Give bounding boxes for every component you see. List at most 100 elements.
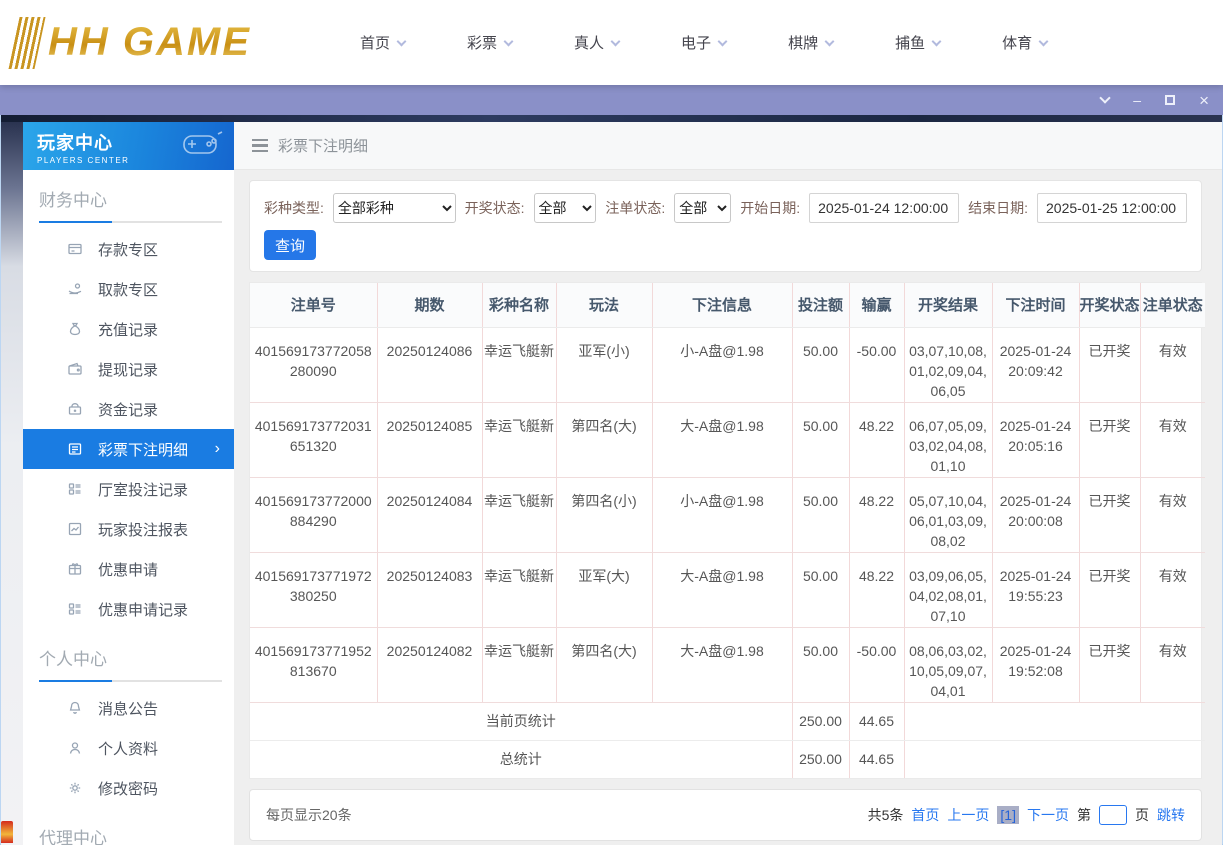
gear-icon xyxy=(69,782,81,794)
withdraw-record-wallet-icon xyxy=(68,362,82,375)
sidebar-section-finance: 财务中心 xyxy=(39,191,107,210)
cell-bet-time: 2025-01-24 20:00:08 xyxy=(992,477,1080,553)
cell-play: 第四名(小) xyxy=(556,477,653,553)
bet-status-select[interactable]: 全部 xyxy=(674,193,732,223)
cell-win-loss: 48.22 xyxy=(849,552,905,628)
cell-bet-time: 2025-01-24 19:55:23 xyxy=(992,552,1080,628)
column-header-win-loss: 输赢 xyxy=(849,283,905,328)
sidebar-item-profile[interactable]: 个人资料 xyxy=(23,728,234,768)
summary-winloss-total: 44.65 xyxy=(849,740,905,778)
cell-bet-status: 有效 xyxy=(1140,477,1205,553)
cell-draw-result: 03,09,06,05,04,02,08,01,07,10 xyxy=(904,552,993,628)
deposit-card-icon xyxy=(68,243,82,255)
bet-detail-table: 注单号 期数 彩种名称 玩法 下注信息 投注额 输赢 开奖结果 下注时间 开奖状态 注单状态 401… xyxy=(250,283,1205,778)
chevron-right-icon: › xyxy=(214,440,220,457)
prev-page-link[interactable]: 上一页 xyxy=(947,805,989,825)
sidebar-item-change-password[interactable]: 修改密码 xyxy=(23,768,234,808)
sidebar-item-hall-bet-record[interactable]: 厅室投注记录 xyxy=(23,469,234,509)
cell-lottery-name: 幸运飞艇新 xyxy=(482,477,557,553)
nav-item-fishing[interactable]: 捕鱼 xyxy=(895,32,942,53)
nav-item-lottery[interactable]: 彩票 xyxy=(467,32,514,53)
jump-action-link[interactable]: 跳转 xyxy=(1157,805,1185,825)
sidebar-item-lottery-bet-detail[interactable]: 彩票下注明细 › xyxy=(23,429,234,469)
cell-bet-info: 大-A盘@1.98 xyxy=(652,402,793,478)
nav-item-boardgames[interactable]: 棋牌 xyxy=(788,32,835,53)
jump-page-input[interactable] xyxy=(1099,805,1127,825)
page-title: 彩票下注明细 xyxy=(278,138,369,155)
summary-bet-total: 250.00 xyxy=(792,740,850,778)
nav-item-live[interactable]: 真人 xyxy=(574,32,621,53)
first-page-link[interactable]: 首页 xyxy=(911,805,939,825)
gamepad-icon xyxy=(183,131,223,154)
window-minimize-icon[interactable]: – xyxy=(1133,93,1141,107)
cell-play: 第四名(大) xyxy=(556,627,653,703)
sidebar-section-personal: 个人中心 xyxy=(39,650,107,669)
cell-period: 20250124085 xyxy=(377,402,483,478)
hamburger-icon[interactable] xyxy=(252,138,268,153)
nav-item-electronic[interactable]: 电子 xyxy=(681,32,728,53)
sidebar-item-promo-apply-record[interactable]: 优惠申请记录 xyxy=(23,589,234,629)
cell-bet-status: 有效 xyxy=(1140,327,1205,403)
sidebar-item-recharge-record[interactable]: 充值记录 xyxy=(23,309,234,349)
sidebar-item-player-bet-report[interactable]: 玩家投注报表 xyxy=(23,509,234,549)
cell-draw-result: 08,06,03,02,10,05,09,07,04,01 xyxy=(904,627,993,703)
start-date-label: 开始日期: xyxy=(740,200,801,216)
window-chevron-down-icon[interactable] xyxy=(1099,92,1111,104)
person-icon xyxy=(69,742,81,754)
cell-draw-result: 03,07,10,08,01,02,09,04,06,05 xyxy=(904,327,993,403)
cell-win-loss: 48.22 xyxy=(849,402,905,478)
summary-bet-total: 250.00 xyxy=(792,702,850,741)
lottery-type-select[interactable]: 全部彩种 xyxy=(332,193,456,223)
section-divider xyxy=(39,221,222,223)
bet-detail-doc-icon xyxy=(68,443,82,455)
sidebar-item-deposit-zone[interactable]: 存款专区 xyxy=(23,229,234,269)
next-page-link[interactable]: 下一页 xyxy=(1027,805,1069,825)
sidebar-item-messages[interactable]: 消息公告 xyxy=(23,688,234,728)
table-row: 401569173772058280090 20250124086 幸运飞艇新 亚军(… xyxy=(250,327,1205,403)
promo-record-list-icon xyxy=(68,603,81,615)
cell-bet-amount: 50.00 xyxy=(792,327,850,403)
cell-bet-info: 大-A盘@1.98 xyxy=(652,627,793,703)
chevron-down-icon xyxy=(1038,36,1049,46)
withdraw-hand-icon xyxy=(68,283,82,295)
cell-period: 20250124082 xyxy=(377,627,483,703)
cell-bet-status: 有效 xyxy=(1140,627,1205,703)
total-count-text: 共5条 xyxy=(867,807,904,823)
top-bar: HH GAME 首页 彩票 真人 电子 棋牌 捕鱼 体育 xyxy=(0,0,1223,85)
column-header-bet-time: 下注时间 xyxy=(992,283,1080,328)
nav-item-sports[interactable]: 体育 xyxy=(1002,32,1049,53)
column-header-lottery-name: 彩种名称 xyxy=(482,283,557,328)
cell-win-loss: 48.22 xyxy=(849,477,905,553)
sidebar: 玩家中心 PLAYERS CENTER 财务中心 存款专区 取款专区 充值记录 xyxy=(23,122,234,845)
query-button[interactable]: 查询 xyxy=(264,230,316,260)
column-header-period: 期数 xyxy=(377,283,483,328)
cell-draw-status: 已开奖 xyxy=(1079,327,1141,403)
end-date-input[interactable] xyxy=(1037,193,1188,223)
cell-win-loss: -50.00 xyxy=(849,327,905,403)
column-header-bet-info: 下注信息 xyxy=(652,283,793,328)
column-header-order-id: 注单号 xyxy=(250,283,378,328)
sidebar-item-promo-apply[interactable]: 优惠申请 xyxy=(23,549,234,589)
left-gutter xyxy=(1,122,23,845)
recharge-moneybag-icon xyxy=(69,322,81,336)
bet-detail-table-panel: 注单号 期数 彩种名称 玩法 下注信息 投注额 输赢 开奖结果 下注时间 开奖状态 注单状态 401… xyxy=(249,282,1205,779)
cell-bet-amount: 50.00 xyxy=(792,402,850,478)
cell-draw-status: 已开奖 xyxy=(1079,627,1141,703)
draw-status-select[interactable]: 全部 xyxy=(533,193,597,223)
sidebar-item-fund-record[interactable]: 资金记录 xyxy=(23,389,234,429)
window-close-icon[interactable]: × xyxy=(1199,92,1209,109)
sidebar-item-withdraw-record[interactable]: 提现记录 xyxy=(23,349,234,389)
brand-logo[interactable]: HH GAME xyxy=(8,16,314,69)
window-maximize-icon[interactable] xyxy=(1165,95,1176,105)
summary-row: 总统计 250.00 44.65 xyxy=(250,740,1205,778)
cell-bet-info: 小-A盘@1.98 xyxy=(652,327,793,403)
table-row: 401569173771972380250 20250124083 幸运飞艇新 亚军(… xyxy=(250,552,1205,628)
column-header-bet-amount: 投注额 xyxy=(792,283,850,328)
start-date-input[interactable] xyxy=(809,193,960,223)
summary-row: 当前页统计 250.00 44.65 xyxy=(250,702,1205,741)
cell-draw-result: 06,07,05,09,03,02,04,08,01,10 xyxy=(904,402,993,478)
bet-status-label: 注单状态: xyxy=(605,200,666,216)
cell-draw-status: 已开奖 xyxy=(1079,552,1141,628)
sidebar-item-withdraw-zone[interactable]: 取款专区 xyxy=(23,269,234,309)
nav-item-home[interactable]: 首页 xyxy=(360,32,407,53)
